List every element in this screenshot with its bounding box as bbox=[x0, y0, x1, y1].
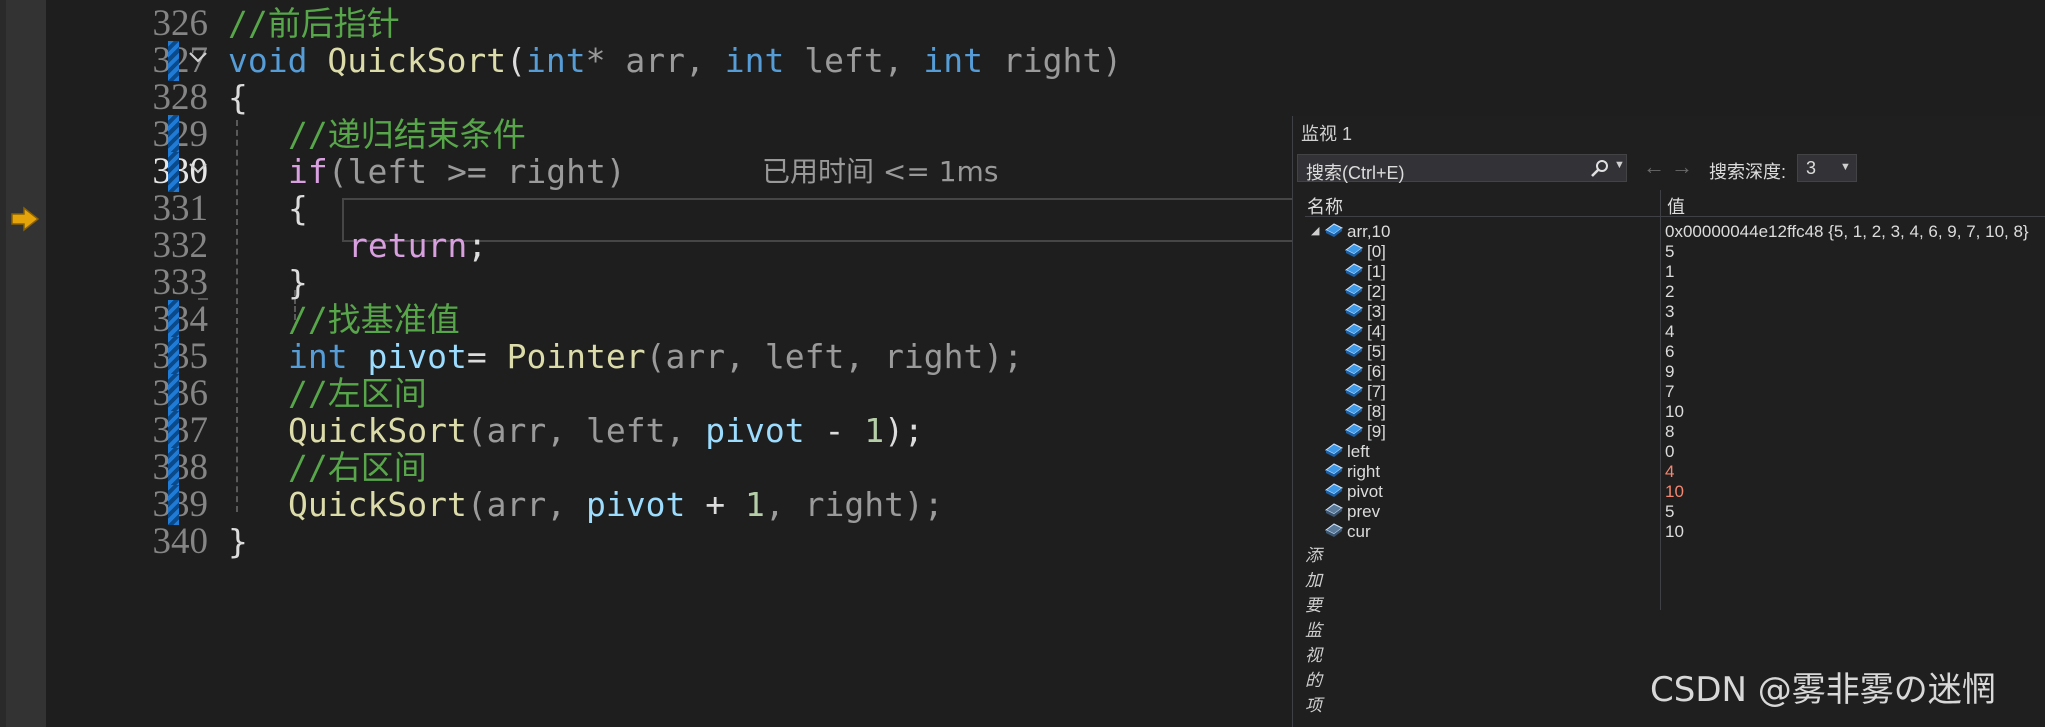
execution-pointer-icon bbox=[11, 206, 40, 232]
column-value-header[interactable]: 值 bbox=[1667, 193, 1685, 219]
variable-cube-icon bbox=[1345, 323, 1363, 337]
debug-margin[interactable] bbox=[0, 0, 46, 727]
variable-cube-icon bbox=[1345, 363, 1363, 377]
variable-cube-icon bbox=[1345, 403, 1363, 417]
watch-row[interactable]: cur 10 bbox=[1305, 518, 2045, 544]
variable-cube-icon bbox=[1345, 263, 1363, 277]
watch-toolbar: 搜索(Ctrl+E) ▼ ← → 搜索深度: 3 ▼ bbox=[1293, 152, 2045, 186]
chevron-down-icon[interactable] bbox=[186, 156, 210, 180]
depth-value: 3 bbox=[1806, 158, 1817, 178]
grid-header: 名称 值 bbox=[1305, 190, 2045, 217]
variable-cube-icon bbox=[1325, 483, 1343, 497]
watch-grid[interactable]: 名称 值 ◢ arr,10 0x00000044e12ffc48 {5, 1, 2,… bbox=[1305, 190, 2045, 727]
arrow-left-icon[interactable]: ← bbox=[1643, 154, 1665, 180]
chevron-down-icon[interactable]: ▼ bbox=[1614, 159, 1625, 171]
watch-row-name: cur bbox=[1347, 522, 1371, 541]
variable-cube-icon bbox=[1345, 343, 1363, 357]
search-placeholder: 搜索(Ctrl+E) bbox=[1306, 163, 1405, 183]
variable-cube-icon bbox=[1325, 463, 1343, 477]
variable-cube-icon bbox=[1325, 523, 1343, 537]
code-text: } bbox=[228, 518, 248, 566]
depth-label: 搜索深度: bbox=[1709, 162, 1787, 182]
variable-cube-icon bbox=[1345, 243, 1363, 257]
chevron-down-icon[interactable] bbox=[186, 45, 210, 69]
column-name-header[interactable]: 名称 bbox=[1307, 193, 1343, 219]
variable-cube-icon bbox=[1345, 383, 1363, 397]
depth-select[interactable]: 3 ▼ bbox=[1797, 154, 1857, 182]
variable-cube-icon bbox=[1325, 443, 1343, 457]
variable-cube-icon bbox=[1345, 283, 1363, 297]
line-number: 340 bbox=[152, 521, 209, 562]
watermark: CSDN @雾非雾の迷惘 bbox=[1650, 670, 1996, 710]
add-watch-label[interactable]: 添加要监视的项 bbox=[1305, 541, 1322, 716]
margin-strip bbox=[0, 0, 6, 727]
brace: } bbox=[228, 522, 248, 561]
code-line[interactable]: 340 } bbox=[46, 518, 1296, 566]
watch-window[interactable]: 监视 1 搜索(Ctrl+E) ▼ ← → 搜索深度: 3 ▼ 名称 值 ◢ ar… bbox=[1292, 116, 2045, 727]
watch-row-value: 10 bbox=[1665, 522, 1684, 541]
variable-cube-icon bbox=[1345, 303, 1363, 317]
variable-cube-icon bbox=[1345, 423, 1363, 437]
search-icon[interactable] bbox=[1590, 159, 1610, 179]
variable-cube-icon bbox=[1325, 503, 1343, 517]
arrow-right-icon[interactable]: → bbox=[1671, 154, 1693, 180]
chevron-down-icon: ▼ bbox=[1840, 161, 1851, 173]
code-editor[interactable]: 326 //前后指针 327 void QuickSort(int* arr, … bbox=[46, 0, 1342, 727]
variable-cube-icon bbox=[1325, 223, 1343, 237]
search-input[interactable]: 搜索(Ctrl+E) ▼ bbox=[1297, 154, 1627, 183]
expand-toggle-icon[interactable]: ◢ bbox=[1311, 224, 1319, 237]
watch-title: 监视 1 bbox=[1301, 124, 1353, 144]
